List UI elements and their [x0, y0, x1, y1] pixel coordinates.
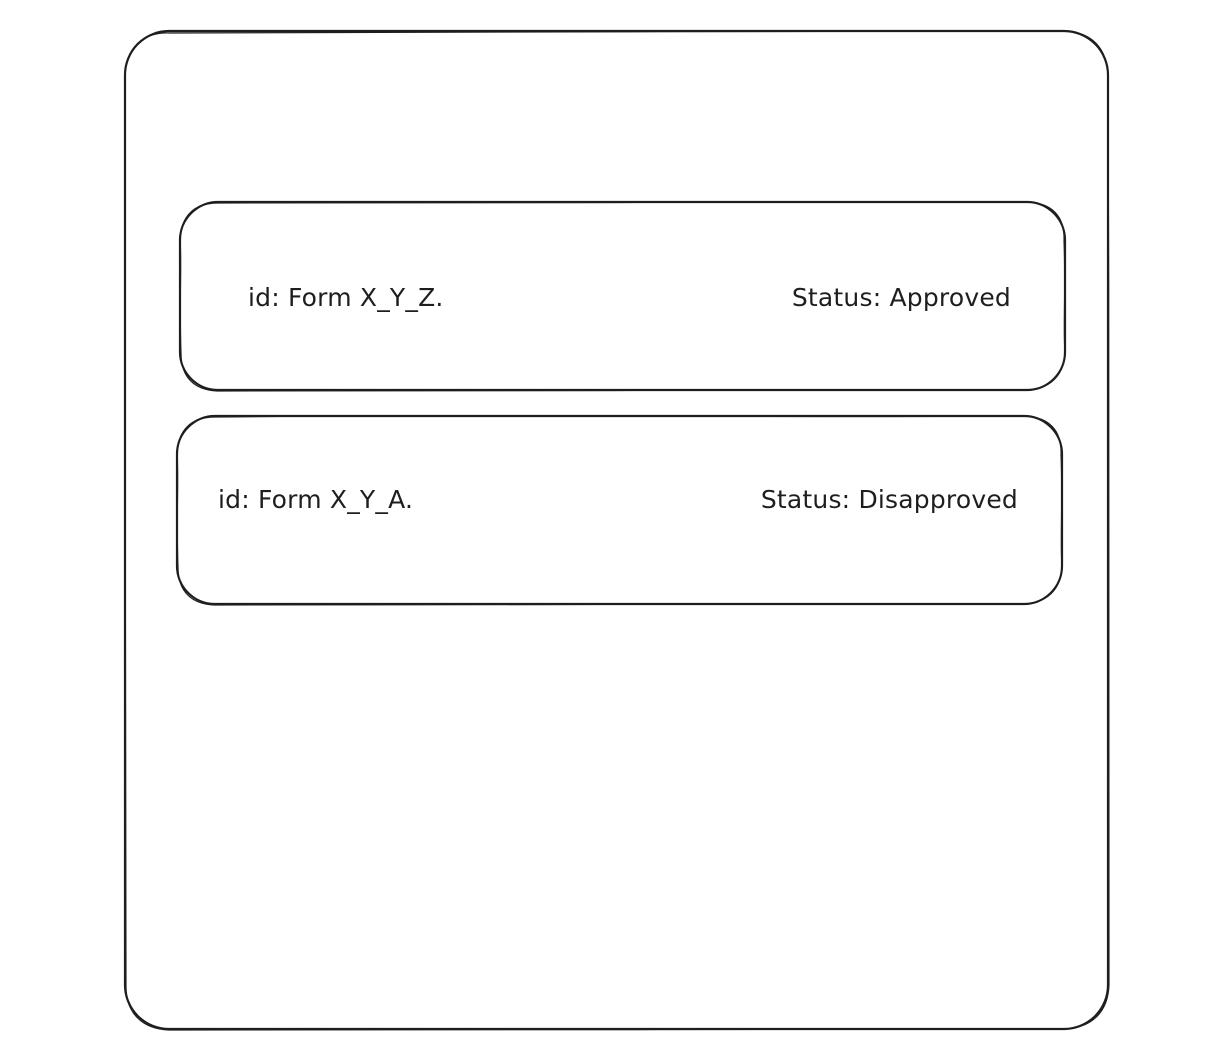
card-1-id-label: id: Form X_Y_Z. [248, 283, 444, 312]
sketch-canvas [123, 29, 1110, 1031]
card-1-status-label: Status: Approved [791, 283, 1011, 312]
card-2-id-label: id: Form X_Y_A. [218, 485, 414, 514]
outer-container-frame [123, 29, 1110, 1031]
card-2-status-label: Status: Disapproved [760, 485, 1018, 514]
